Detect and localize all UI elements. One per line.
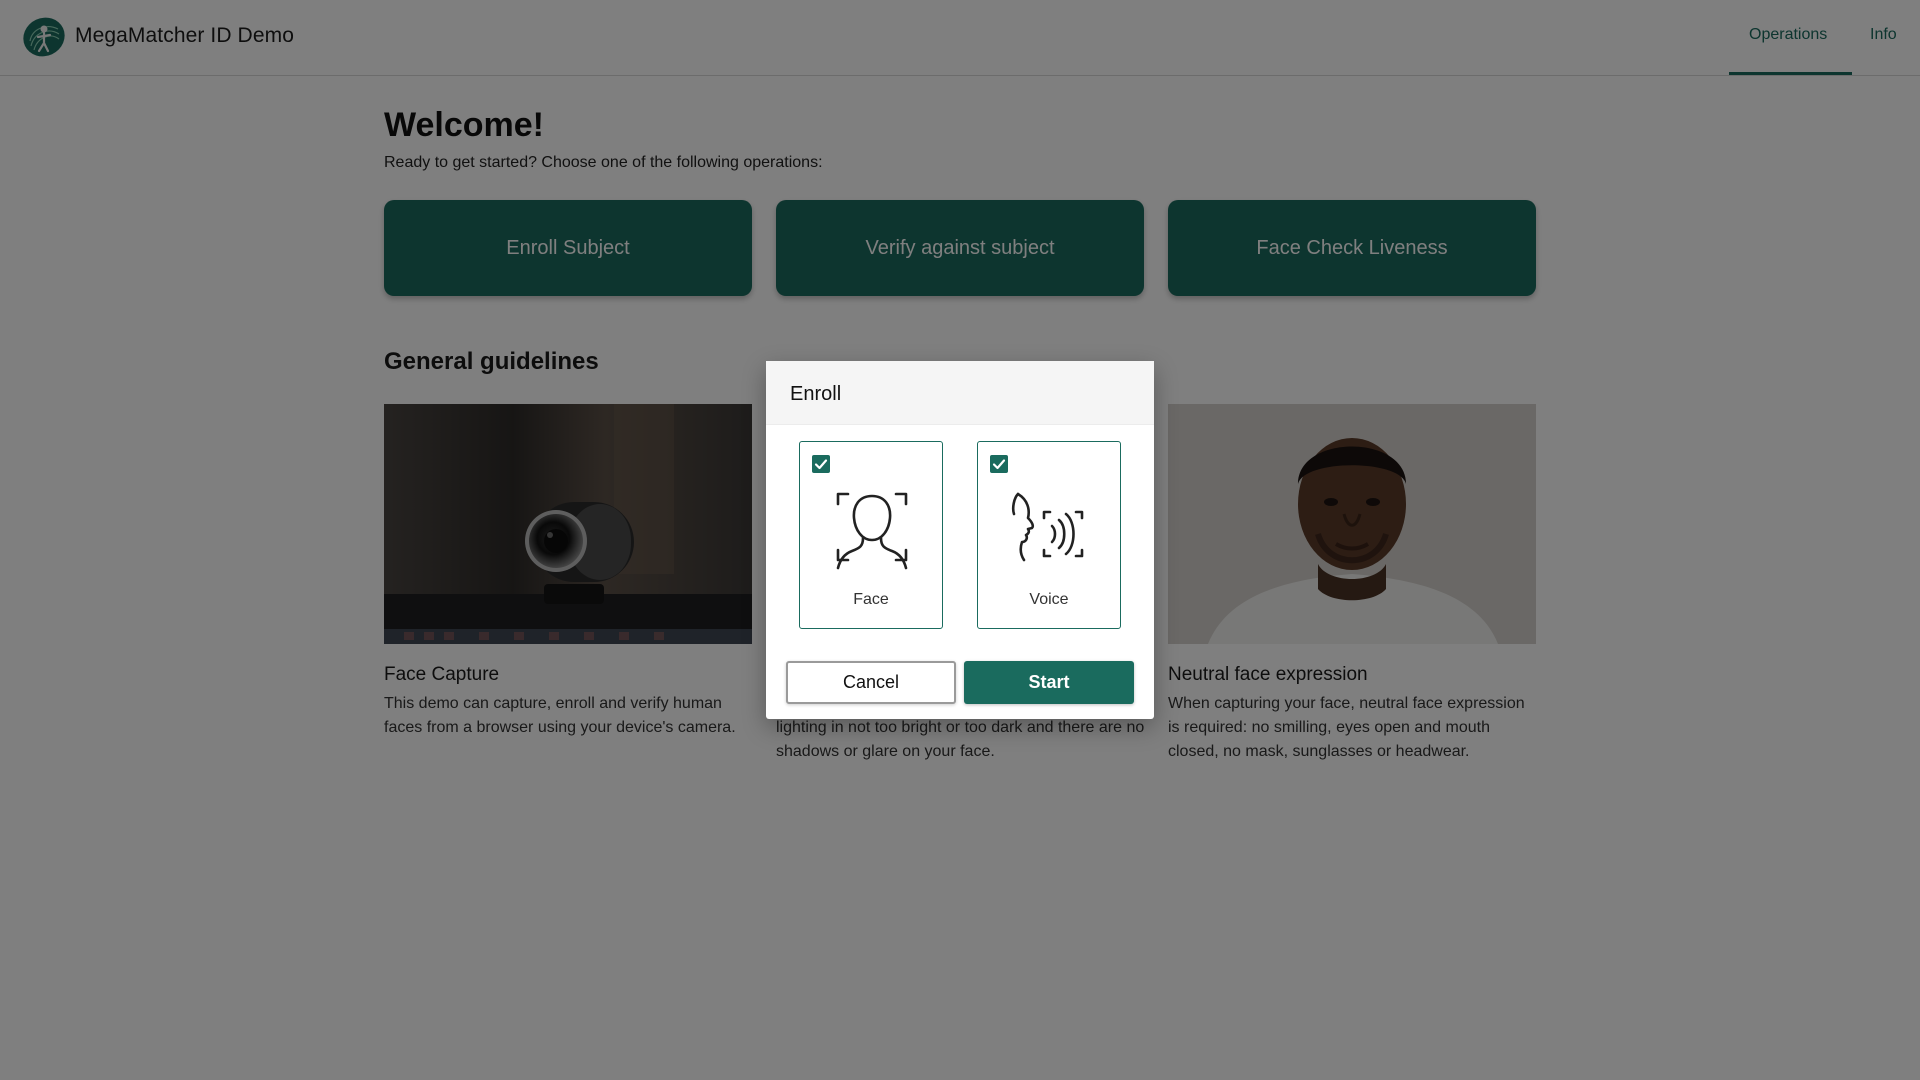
cancel-button[interactable]: Cancel — [786, 661, 956, 704]
voice-scan-icon — [1011, 492, 1084, 562]
checkmark-icon — [814, 459, 828, 470]
face-modality-card[interactable]: Face — [799, 441, 943, 629]
dialog-title: Enroll — [790, 383, 842, 405]
face-checkbox[interactable] — [812, 455, 830, 473]
voice-label: Voice — [1029, 591, 1069, 608]
start-button[interactable]: Start — [964, 661, 1134, 704]
checkmark-icon — [992, 459, 1006, 470]
face-label: Face — [853, 591, 889, 608]
voice-checkbox[interactable] — [990, 455, 1008, 473]
voice-modality-card[interactable]: Voice — [977, 441, 1121, 629]
dialog-header: Enroll — [766, 361, 1154, 425]
face-scan-icon — [836, 492, 908, 570]
enroll-dialog: Enroll Face Voice Cancel Start — [766, 361, 1154, 719]
